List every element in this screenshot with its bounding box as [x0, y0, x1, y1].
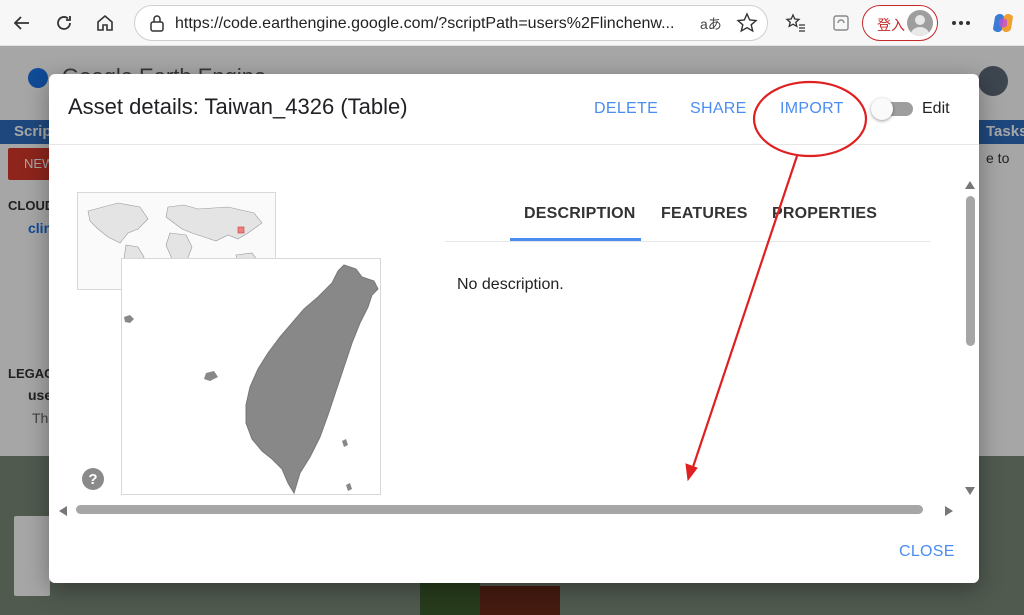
scroll-left-arrow-icon[interactable] — [58, 504, 68, 522]
header-divider — [49, 144, 979, 145]
url-text[interactable]: https://code.earthengine.google.com/?scr… — [175, 15, 695, 33]
edit-toggle[interactable] — [871, 98, 913, 120]
help-icon[interactable]: ? — [82, 468, 104, 490]
signin-button[interactable]: 登入 — [862, 5, 938, 41]
signin-label: 登入 — [877, 17, 905, 33]
refresh-icon[interactable] — [50, 9, 78, 37]
description-text: No description. — [457, 276, 564, 293]
toggle-knob — [871, 98, 893, 120]
address-bar[interactable]: https://code.earthengine.google.com/?scr… — [134, 5, 768, 41]
collections-icon[interactable] — [826, 8, 856, 38]
lock-icon[interactable] — [149, 14, 165, 37]
delete-button[interactable]: DELETE — [594, 100, 658, 118]
tab-properties[interactable]: PROPERTIES — [772, 205, 877, 223]
profile-avatar-icon — [907, 10, 933, 36]
tab-features[interactable]: FEATURES — [661, 205, 748, 223]
tabs-divider — [445, 241, 930, 242]
import-button[interactable]: IMPORT — [780, 100, 844, 118]
tab-description[interactable]: DESCRIPTION — [524, 205, 636, 223]
copilot-icon[interactable] — [988, 8, 1018, 38]
close-button[interactable]: CLOSE — [899, 543, 955, 561]
edit-label: Edit — [922, 100, 950, 117]
home-icon[interactable] — [91, 9, 119, 37]
asset-details-dialog: Asset details: Taiwan_4326 (Table) DELET… — [49, 74, 979, 583]
favorite-star-icon[interactable] — [736, 12, 758, 39]
back-arrow-icon[interactable] — [8, 9, 36, 37]
browser-toolbar: https://code.earthengine.google.com/?scr… — [0, 0, 1024, 46]
scroll-right-arrow-icon[interactable] — [944, 504, 954, 522]
read-aloud-icon[interactable]: aあ — [700, 14, 722, 34]
scroll-down-arrow-icon[interactable] — [964, 483, 976, 501]
taiwan-outline-map — [121, 258, 381, 495]
favorites-list-icon[interactable] — [781, 8, 811, 38]
horizontal-scrollbar-thumb[interactable] — [76, 505, 923, 514]
scroll-up-arrow-icon[interactable] — [964, 177, 976, 195]
more-options-icon[interactable] — [946, 8, 976, 38]
dialog-title: Asset details: Taiwan_4326 (Table) — [68, 94, 408, 119]
vertical-scrollbar-thumb[interactable] — [966, 196, 975, 346]
share-button[interactable]: SHARE — [690, 100, 747, 118]
